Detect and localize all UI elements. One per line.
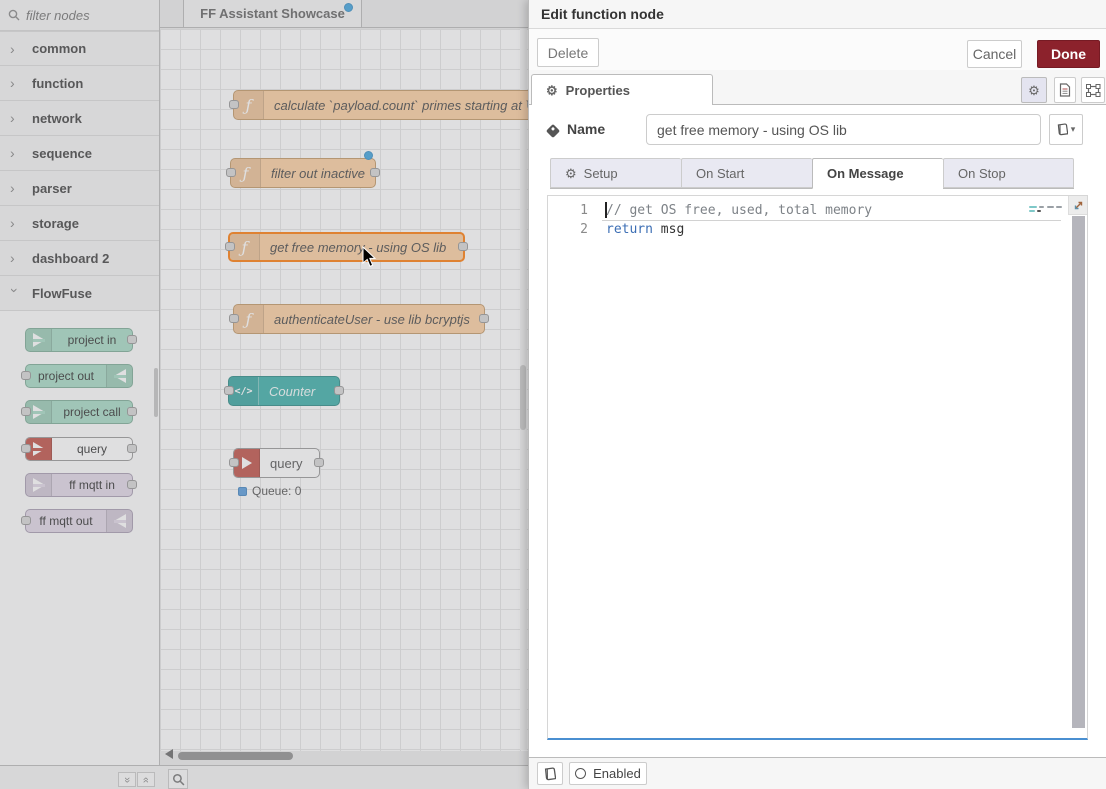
group-selection-icon xyxy=(1086,84,1101,97)
code-line: return msg xyxy=(606,220,1071,239)
delete-button[interactable]: Delete xyxy=(537,38,599,67)
func-tab-label: On Start xyxy=(696,166,744,181)
editor-minimap xyxy=(1029,205,1063,217)
appearance-view-button[interactable] xyxy=(1081,77,1105,103)
mouse-cursor xyxy=(362,246,377,268)
name-row: Name ▾ xyxy=(529,105,1106,155)
func-tab-label: On Stop xyxy=(958,166,1006,181)
expand-icon xyxy=(1073,200,1084,211)
document-icon xyxy=(1059,83,1071,97)
tab-on-stop[interactable]: On Stop xyxy=(943,158,1074,188)
func-tab-label: Setup xyxy=(584,166,618,181)
tab-on-start[interactable]: On Start xyxy=(681,158,812,188)
tray-toolbar: Delete Cancel Done xyxy=(529,29,1106,70)
tray-footer: Enabled xyxy=(529,757,1106,789)
cancel-button[interactable]: Cancel xyxy=(967,40,1022,68)
code-line: // get OS free, used, total memory xyxy=(606,201,1071,220)
edit-tray: Edit function node Delete Cancel Done ⚙ … xyxy=(528,0,1106,789)
text-cursor xyxy=(605,202,607,218)
tray-title: Edit function node xyxy=(541,6,664,22)
line-number: 2 xyxy=(548,220,602,239)
tab-on-message[interactable]: On Message xyxy=(812,158,943,189)
editor-shade-overlay xyxy=(0,0,528,789)
tag-icon xyxy=(546,124,560,138)
tab-properties[interactable]: ⚙ Properties xyxy=(531,74,713,106)
library-export-button[interactable] xyxy=(537,762,563,785)
gear-icon: ⚙ xyxy=(1028,84,1040,97)
enabled-label: Enabled xyxy=(593,766,641,781)
editor-expand-button[interactable] xyxy=(1068,196,1087,215)
book-icon xyxy=(544,767,556,781)
function-editor-tabs: ⚙ Setup On Start On Message On Stop xyxy=(550,158,1074,189)
tab-setup[interactable]: ⚙ Setup xyxy=(550,158,681,188)
done-button[interactable]: Done xyxy=(1037,40,1100,68)
tray-tab-row: ⚙ Properties ⚙ xyxy=(529,70,1106,105)
node-enabled-toggle[interactable]: Enabled xyxy=(569,762,647,785)
code-editor[interactable]: 12 // get OS free, used, total memoryret… xyxy=(547,195,1088,740)
gear-icon: ⚙ xyxy=(546,84,558,97)
caret-down-icon: ▾ xyxy=(1071,124,1076,135)
node-red-editor: ›common›function›network›sequence›parser… xyxy=(0,0,1106,789)
tray-header: Edit function node xyxy=(529,0,1106,29)
library-button[interactable]: ▾ xyxy=(1049,114,1083,145)
func-tab-label: On Message xyxy=(827,166,904,181)
editor-scrollbar[interactable] xyxy=(1072,216,1085,728)
gear-icon: ⚙ xyxy=(565,167,577,180)
tray-body: Name ▾ ⚙ Setup On Start On Message On Stop 1… xyxy=(529,105,1106,757)
line-number: 1 xyxy=(548,201,602,220)
name-label: Name xyxy=(567,121,605,137)
properties-tab-label: Properties xyxy=(566,83,630,98)
book-icon xyxy=(1057,123,1068,136)
editor-code[interactable]: // get OS free, used, total memoryreturn… xyxy=(606,196,1071,239)
editor-gutter: 12 xyxy=(548,196,602,738)
name-input[interactable] xyxy=(646,114,1041,145)
status-circle-icon xyxy=(575,768,586,779)
description-view-button[interactable] xyxy=(1054,77,1076,103)
properties-view-button[interactable]: ⚙ xyxy=(1021,77,1047,103)
